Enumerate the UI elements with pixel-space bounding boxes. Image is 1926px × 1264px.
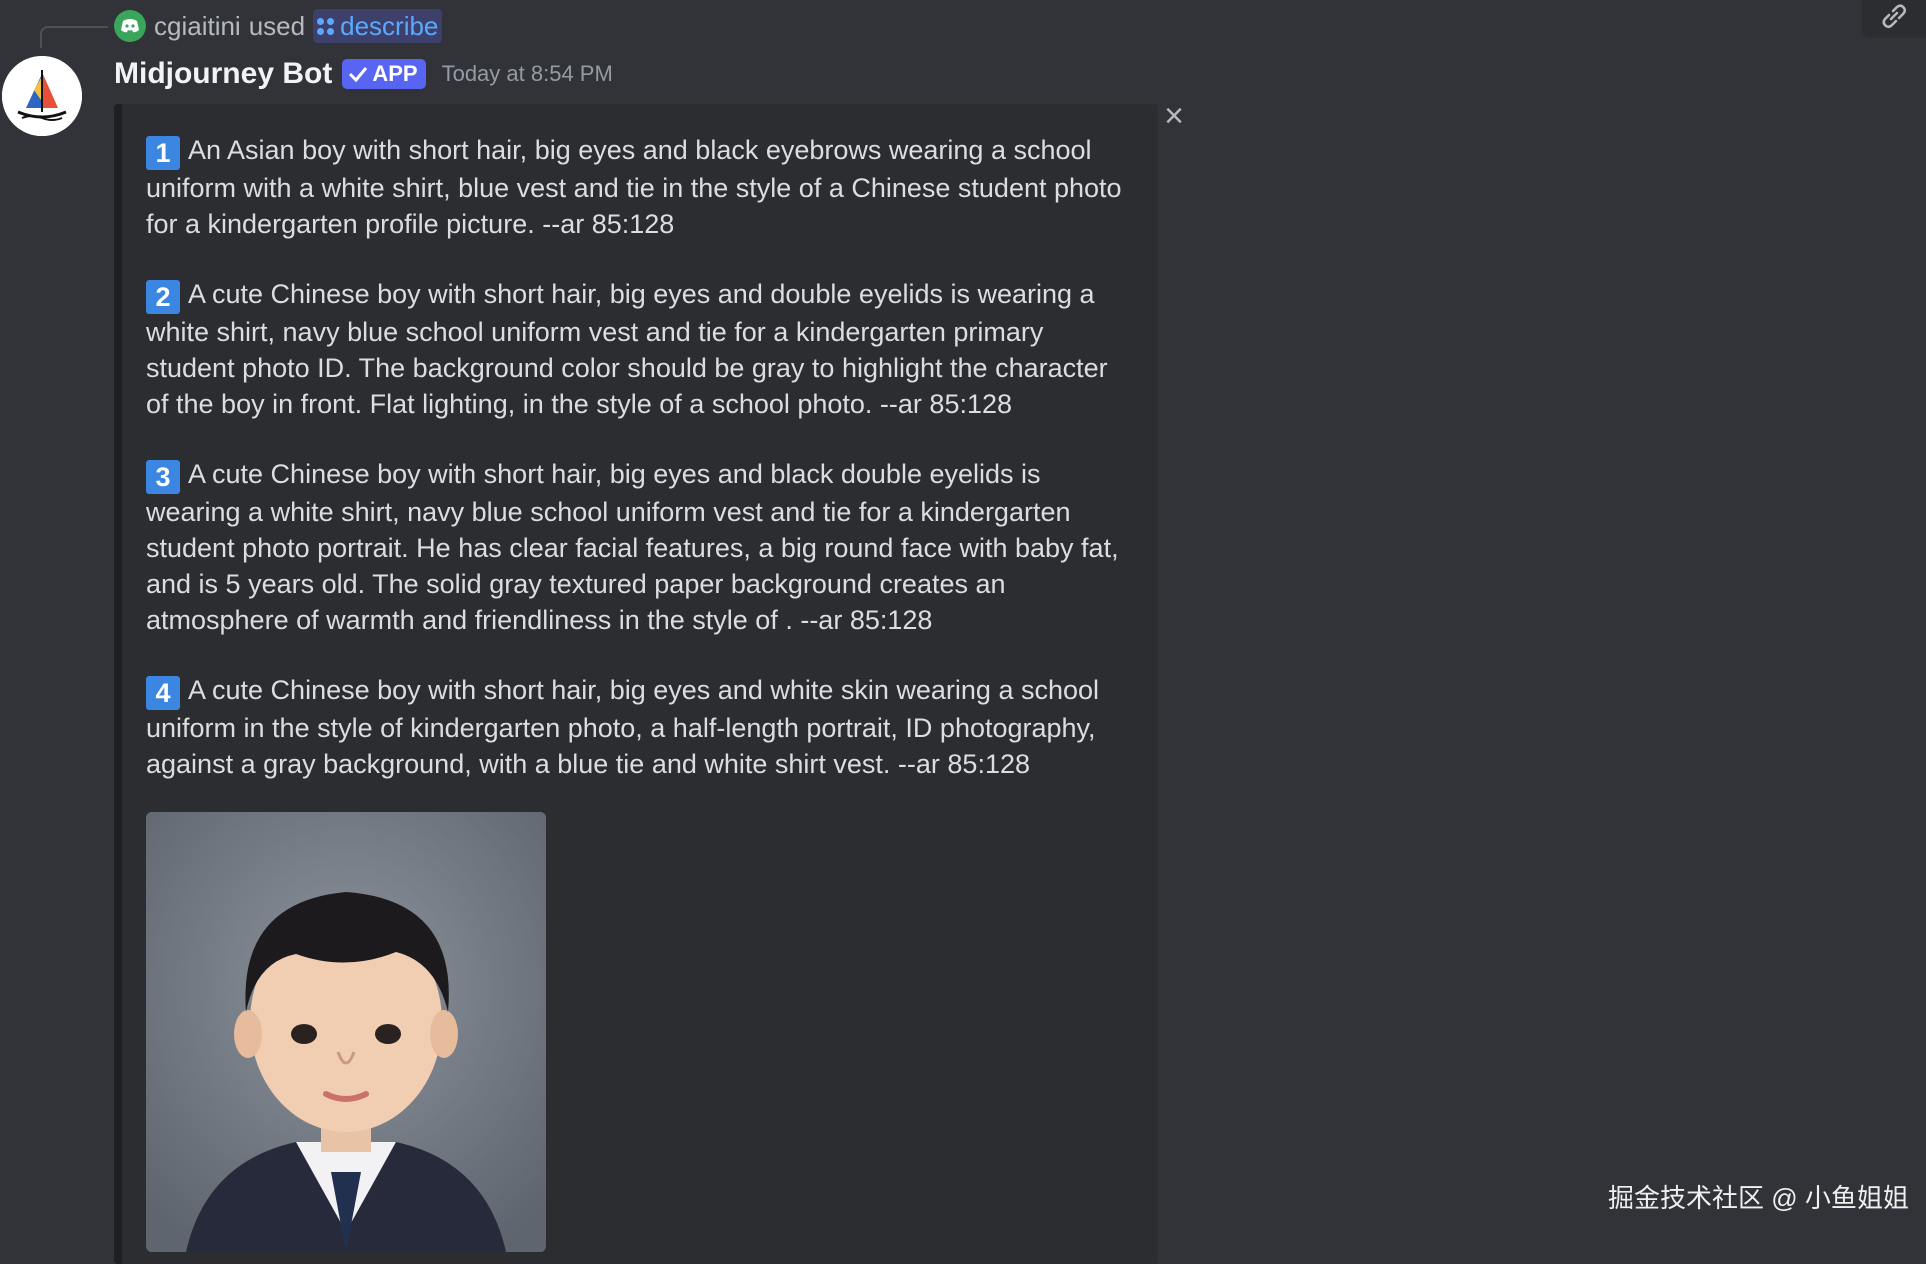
description-text: An Asian boy with short hair, big eyes a… xyxy=(146,135,1122,239)
description-2: 2A cute Chinese boy with short hair, big… xyxy=(146,276,1126,422)
check-icon xyxy=(349,67,368,83)
number-badge: 4 xyxy=(146,676,180,710)
description-text: A cute Chinese boy with short hair, big … xyxy=(146,279,1108,419)
slash-command-icon xyxy=(317,17,335,35)
badge-label: APP xyxy=(372,61,418,86)
author-name[interactable]: Midjourney Bot xyxy=(114,57,332,91)
description-text: A cute Chinese boy with short hair, big … xyxy=(146,675,1100,779)
description-1: 1 An Asian boy with short hair, big eyes … xyxy=(146,132,1126,242)
reply-username[interactable]: cgiaitini xyxy=(154,11,241,42)
description-3: 3A cute Chinese boy with short hair, big… xyxy=(146,456,1126,638)
timestamp[interactable]: Today at 8:54 PM xyxy=(442,61,613,87)
number-badge: 3 xyxy=(146,460,180,494)
description-text: A cute Chinese boy with short hair, big … xyxy=(146,459,1119,635)
close-icon[interactable]: × xyxy=(1160,99,1188,133)
number-badge: 2 xyxy=(146,280,180,314)
description-4: 4A cute Chinese boy with short hair, big… xyxy=(146,672,1126,782)
avatar[interactable] xyxy=(2,56,82,136)
command-name: describe xyxy=(340,10,439,41)
watermark: 掘金技术社区 @ 小鱼姐姐 xyxy=(1608,1183,1909,1213)
reply-used-text: used xyxy=(248,10,306,41)
app-badge: APP xyxy=(342,59,426,89)
message-header: Midjourney Bot APP Today at 8:54 PM xyxy=(114,54,613,94)
command-mention[interactable]: describe xyxy=(313,9,443,43)
link-icon[interactable] xyxy=(1862,0,1926,38)
attached-photo[interactable] xyxy=(146,812,546,1252)
reply-context: cgiaitini used describe xyxy=(114,8,443,44)
number-badge: 1 xyxy=(146,136,180,170)
reply-connector xyxy=(40,26,108,48)
discord-icon[interactable] xyxy=(114,10,146,42)
